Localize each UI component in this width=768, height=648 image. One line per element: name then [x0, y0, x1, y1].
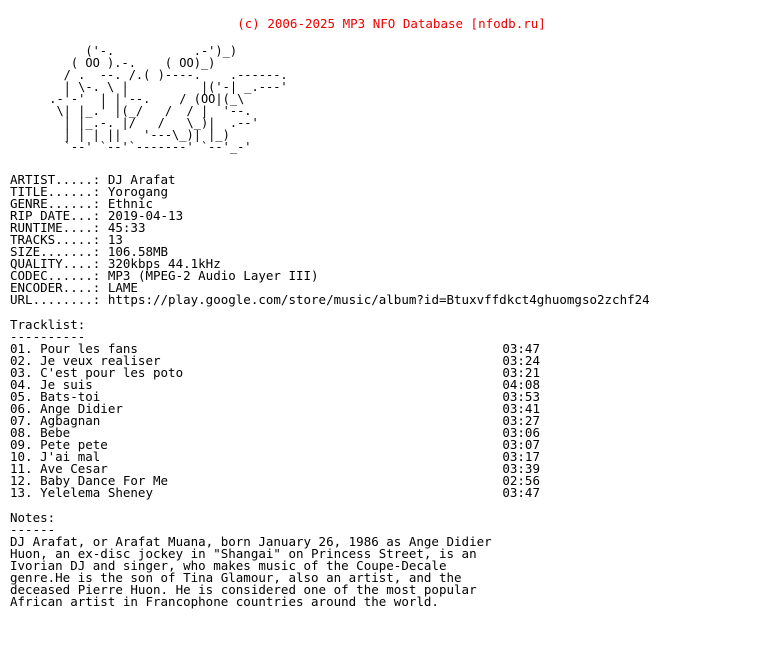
metadata-block: ARTIST.....: DJ Arafat TITLE......: Yorog…	[10, 153, 768, 306]
tracklist-heading: Tracklist:	[10, 317, 86, 332]
copyright-header: (c) 2006-2025 MP3 NFO Database [nfodb.ru…	[0, 0, 768, 31]
metadata-label: URL........:	[10, 292, 101, 307]
track-row: 13. Yelelema Sheney 03:47	[10, 485, 540, 500]
notes-heading: Notes:	[10, 510, 56, 525]
track-number: 13.	[10, 485, 33, 500]
ascii-art-logo: ('-. .-')_) ( OO ).-. ( OO)_) / . --. /.…	[49, 44, 288, 154]
tracklist: 01. Pour les fans 03:47 02. Je veux realis…	[10, 342, 768, 500]
track-duration: 03:47	[502, 485, 540, 500]
notes-line: African artist in Francophone countries …	[10, 594, 439, 609]
track-title: Yelelema Sheney	[32, 485, 153, 500]
track-row: 07. Agbagnan 03:27	[10, 414, 540, 427]
metadata-row: URL........: https://play.google.com/sto…	[10, 292, 768, 307]
metadata-value: https://play.google.com/store/music/albu…	[100, 292, 650, 307]
notes-block: DJ Arafat, or Arafat Muana, born January…	[10, 535, 768, 609]
metadata-row: RUNTIME....: 45:33	[10, 221, 768, 234]
nfo-body: ARTIST.....: DJ Arafat TITLE......: Yorog…	[0, 153, 768, 608]
copyright-text: (c) 2006-2025 MP3 NFO Database [nfodb.ru…	[237, 16, 546, 31]
